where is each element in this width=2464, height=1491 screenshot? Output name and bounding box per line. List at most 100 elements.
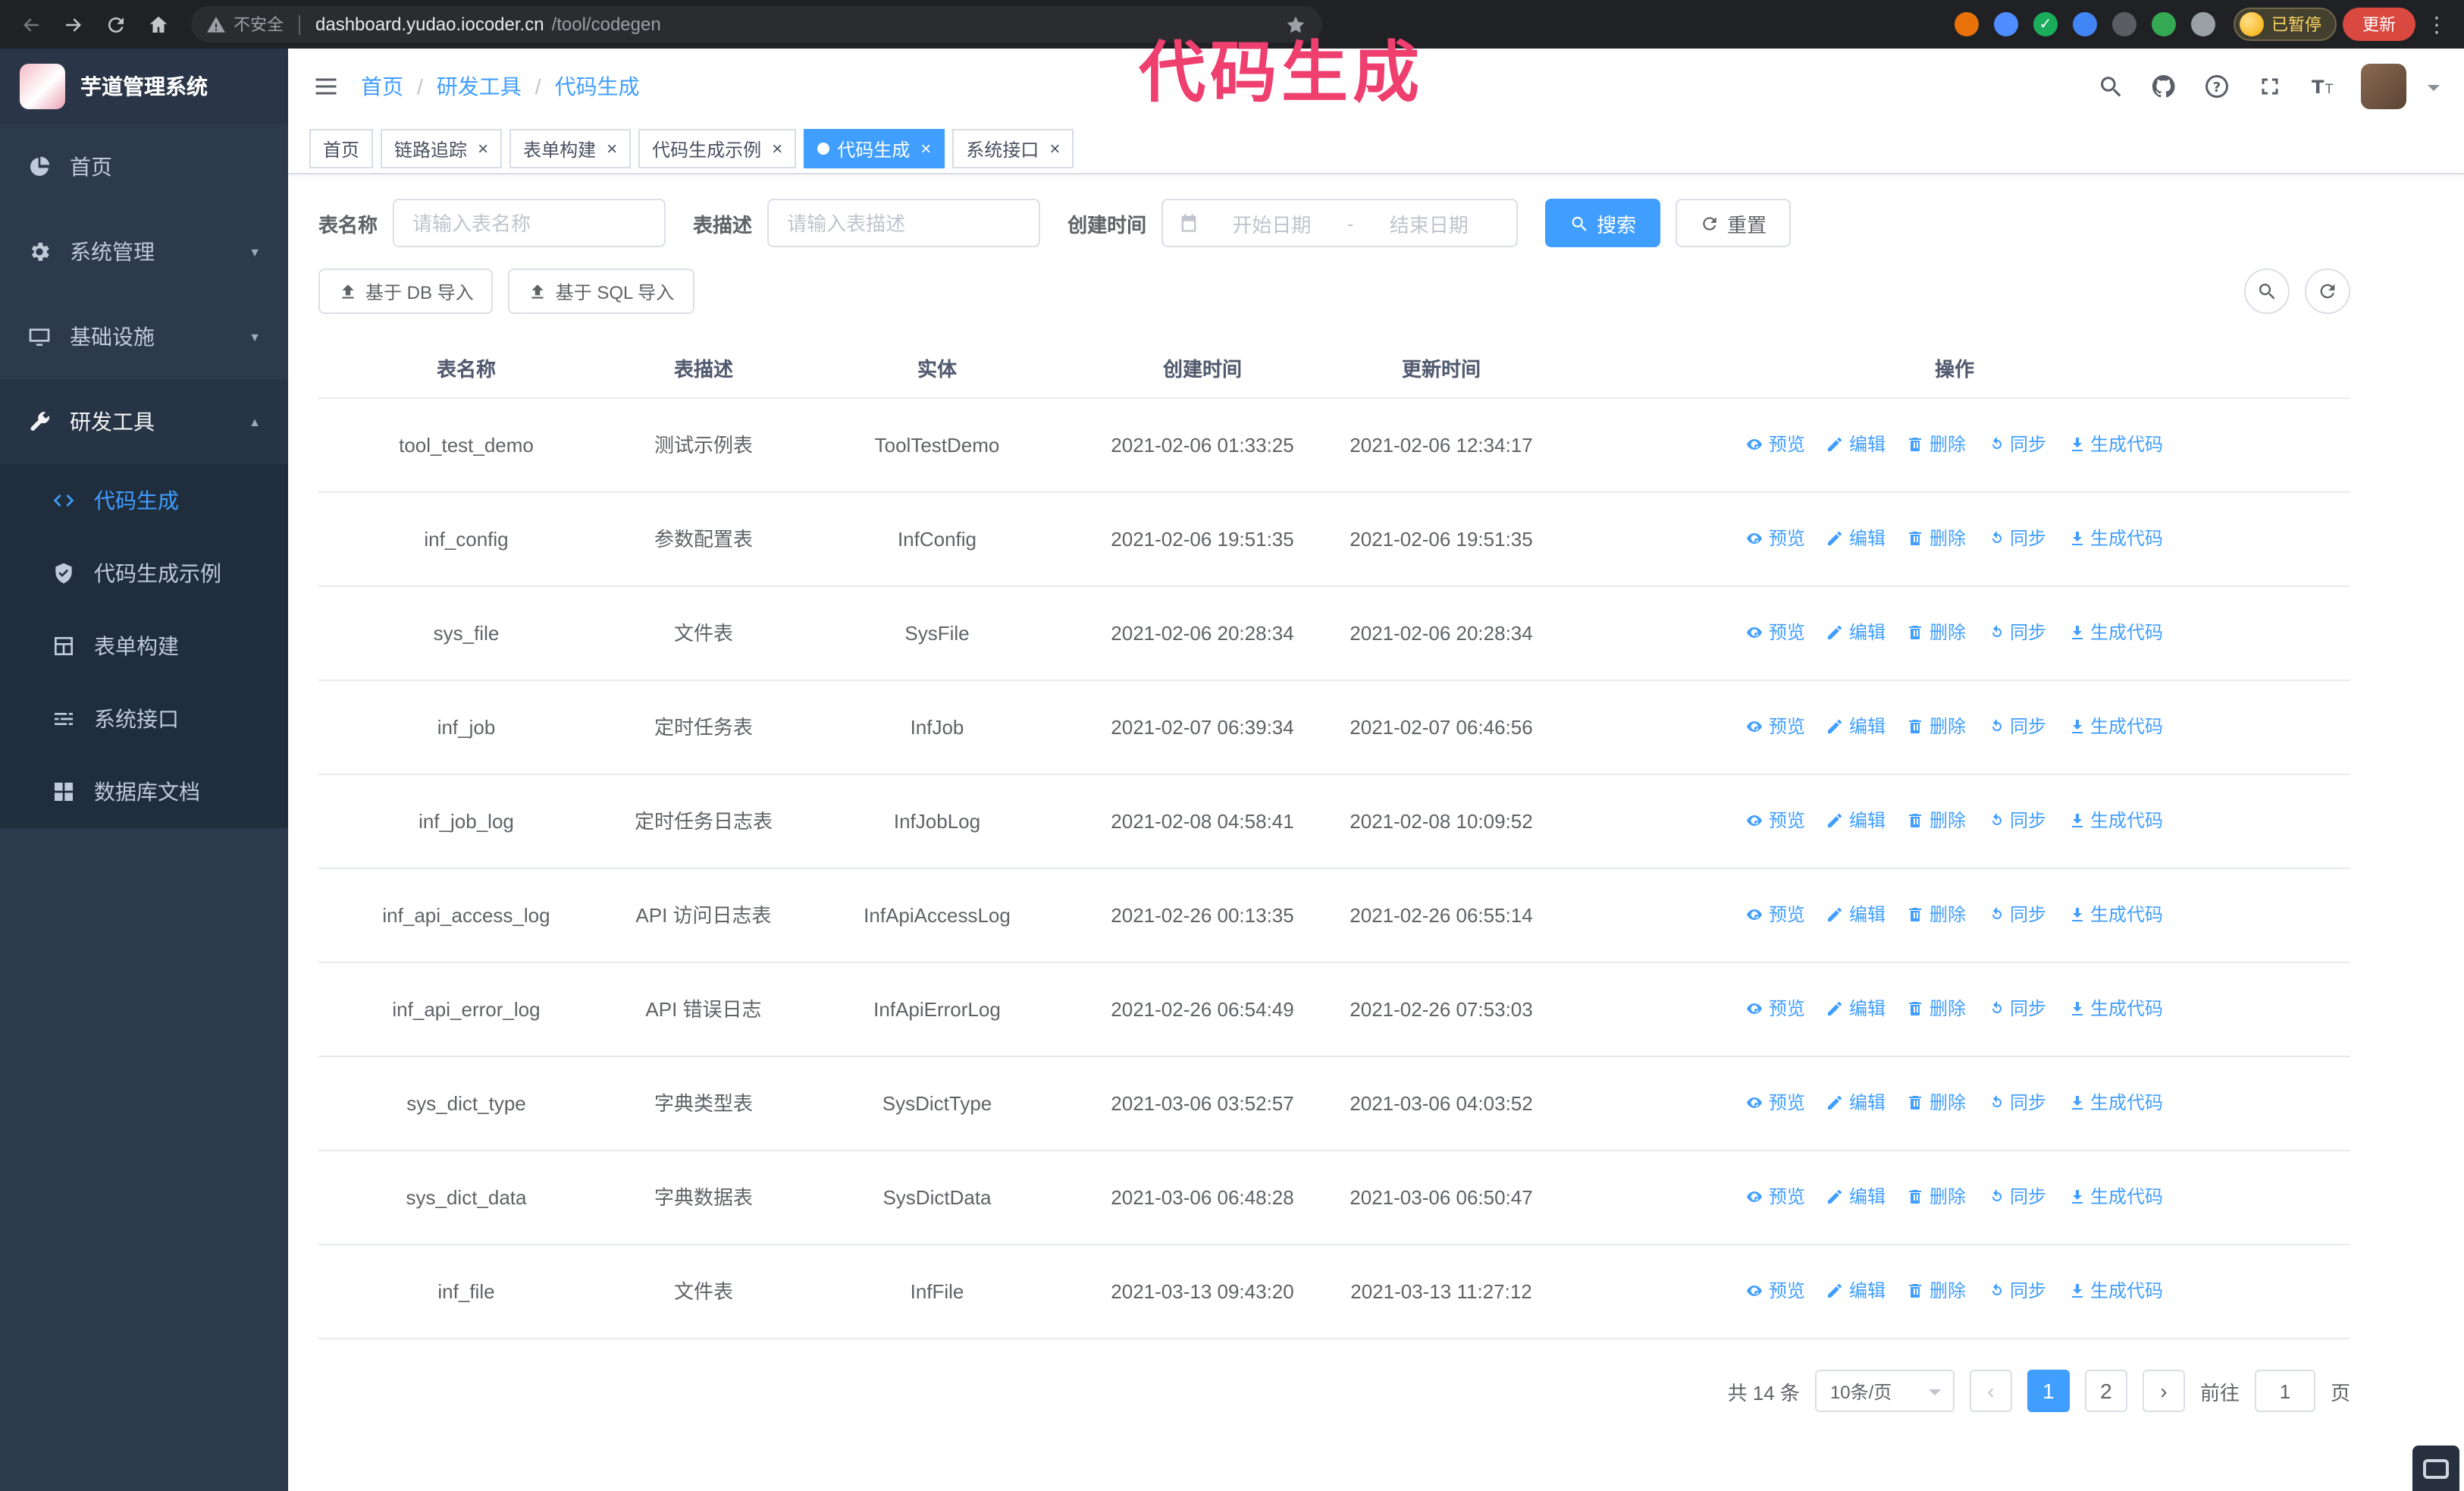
bookmark-star-icon[interactable] [1284, 13, 1307, 36]
action-generate-code[interactable]: 生成代码 [2067, 1182, 2163, 1213]
github-icon[interactable] [2150, 73, 2177, 100]
action-sync[interactable]: 同步 [1987, 712, 2046, 742]
close-tab-icon[interactable]: × [1049, 138, 1060, 159]
action-preview[interactable]: 预览 [1746, 806, 1805, 837]
breadcrumb-item[interactable]: 代码生成 [555, 71, 640, 102]
action-generate-code[interactable]: 生成代码 [2067, 1276, 2163, 1307]
extension-orange-icon[interactable] [1955, 12, 1979, 36]
action-generate-code[interactable]: 生成代码 [2067, 806, 2163, 837]
action-edit[interactable]: 编辑 [1826, 900, 1886, 931]
action-edit[interactable]: 编辑 [1826, 1276, 1886, 1307]
close-tab-icon[interactable]: × [772, 138, 782, 159]
close-tab-icon[interactable]: × [607, 138, 617, 159]
next-page-button[interactable]: › [2142, 1370, 2185, 1412]
toggle-search-button[interactable] [2244, 268, 2290, 314]
close-tab-icon[interactable]: × [920, 138, 931, 159]
goto-page-input[interactable] [2254, 1370, 2315, 1412]
tab-form-builder[interactable]: 表单构建 × [509, 129, 632, 168]
action-edit[interactable]: 编辑 [1826, 430, 1886, 460]
extension-people-icon[interactable] [2073, 12, 2097, 36]
search-icon[interactable] [2097, 73, 2124, 100]
import-sql-button[interactable]: 基于 SQL 导入 [508, 268, 694, 314]
sidebar-item-infrastructure[interactable]: 基础设施 ▼ [0, 294, 288, 379]
chrome-update-button[interactable]: 更新 [2343, 8, 2415, 41]
tab-codegen[interactable]: 代码生成 × [804, 129, 945, 168]
action-edit[interactable]: 编辑 [1826, 712, 1886, 742]
action-delete[interactable]: 删除 [1907, 994, 1966, 1025]
back-button[interactable] [12, 6, 49, 42]
action-edit[interactable]: 编辑 [1826, 806, 1886, 837]
action-preview[interactable]: 预览 [1746, 1182, 1805, 1213]
action-generate-code[interactable]: 生成代码 [2067, 900, 2163, 931]
tab-home[interactable]: 首页 [309, 129, 374, 168]
avatar-dropdown-caret[interactable] [2428, 85, 2440, 97]
action-delete[interactable]: 删除 [1907, 900, 1966, 931]
action-sync[interactable]: 同步 [1987, 900, 2046, 931]
action-delete[interactable]: 删除 [1907, 430, 1966, 460]
action-preview[interactable]: 预览 [1746, 1276, 1805, 1307]
date-range-picker[interactable]: 开始日期 - 结束日期 [1161, 199, 1519, 247]
action-preview[interactable]: 预览 [1746, 618, 1805, 648]
extension-blue-drop-icon[interactable] [1994, 12, 2018, 36]
tab-tracer[interactable]: 链路追踪 × [381, 129, 503, 168]
chat-widget[interactable] [2412, 1445, 2459, 1491]
action-sync[interactable]: 同步 [1987, 524, 2046, 554]
action-generate-code[interactable]: 生成代码 [2067, 994, 2163, 1025]
action-preview[interactable]: 预览 [1746, 712, 1805, 742]
import-db-button[interactable]: 基于 DB 导入 [318, 268, 494, 314]
action-generate-code[interactable]: 生成代码 [2067, 1088, 2163, 1119]
tab-api[interactable]: 系统接口 × [952, 129, 1074, 168]
table-name-input[interactable] [393, 199, 666, 247]
action-edit[interactable]: 编辑 [1826, 524, 1886, 554]
action-delete[interactable]: 删除 [1907, 712, 1966, 742]
app-logo[interactable]: 芋道管理系统 [0, 49, 288, 124]
extension-leaf-icon[interactable] [2152, 12, 2176, 36]
extension-puzzle-icon[interactable] [2191, 12, 2215, 36]
sidebar-subitem-db-doc[interactable]: 数据库文档 [0, 755, 288, 828]
tab-codegen-example[interactable]: 代码生成示例 × [638, 129, 797, 168]
breadcrumb-item[interactable]: 研发工具 [437, 71, 522, 102]
user-avatar[interactable] [2361, 64, 2406, 109]
sidebar-item-dev-tools[interactable]: 研发工具 ▲ [0, 379, 288, 464]
action-delete[interactable]: 删除 [1907, 806, 1966, 837]
profile-paused-badge[interactable]: 已暂停 [2234, 8, 2337, 41]
action-generate-code[interactable]: 生成代码 [2067, 712, 2163, 742]
action-edit[interactable]: 编辑 [1826, 994, 1886, 1025]
action-sync[interactable]: 同步 [1987, 430, 2046, 460]
prev-page-button[interactable]: ‹ [1969, 1370, 2012, 1412]
action-generate-code[interactable]: 生成代码 [2067, 618, 2163, 648]
chrome-menu-icon[interactable]: ⋮ [2422, 11, 2452, 37]
sidebar-subitem-api[interactable]: 系统接口 [0, 683, 288, 755]
action-generate-code[interactable]: 生成代码 [2067, 430, 2163, 460]
breadcrumb-item[interactable]: 首页 [361, 71, 403, 102]
page-size-select[interactable]: 10条/页 [1814, 1370, 1955, 1412]
action-preview[interactable]: 预览 [1746, 430, 1805, 460]
action-edit[interactable]: 编辑 [1826, 618, 1886, 648]
action-sync[interactable]: 同步 [1987, 994, 2046, 1025]
sidebar-item-home[interactable]: 首页 [0, 124, 288, 209]
action-delete[interactable]: 删除 [1907, 1088, 1966, 1119]
page-button-1[interactable]: 1 [2027, 1370, 2070, 1412]
action-edit[interactable]: 编辑 [1826, 1182, 1886, 1213]
action-sync[interactable]: 同步 [1987, 806, 2046, 837]
help-icon[interactable]: ? [2203, 73, 2230, 100]
sidebar-subitem-codegen-example[interactable]: 代码生成示例 [0, 537, 288, 610]
action-preview[interactable]: 预览 [1746, 1088, 1805, 1119]
refresh-table-button[interactable] [2305, 268, 2350, 314]
sidebar-item-system[interactable]: 系统管理 ▼ [0, 209, 288, 294]
forward-button[interactable] [55, 6, 91, 42]
action-edit[interactable]: 编辑 [1826, 1088, 1886, 1119]
font-size-icon[interactable]: TT [2309, 73, 2337, 100]
sidebar-toggle-icon[interactable] [312, 73, 340, 100]
reload-button[interactable] [97, 6, 133, 42]
reset-button[interactable]: 重置 [1676, 199, 1792, 247]
home-button[interactable] [140, 6, 176, 42]
action-generate-code[interactable]: 生成代码 [2067, 524, 2163, 554]
search-button[interactable]: 搜索 [1545, 199, 1661, 247]
close-tab-icon[interactable]: × [478, 138, 488, 159]
action-delete[interactable]: 删除 [1907, 618, 1966, 648]
action-delete[interactable]: 删除 [1907, 1276, 1966, 1307]
action-sync[interactable]: 同步 [1987, 1182, 2046, 1213]
action-sync[interactable]: 同步 [1987, 618, 2046, 648]
page-button-2[interactable]: 2 [2084, 1370, 2127, 1412]
